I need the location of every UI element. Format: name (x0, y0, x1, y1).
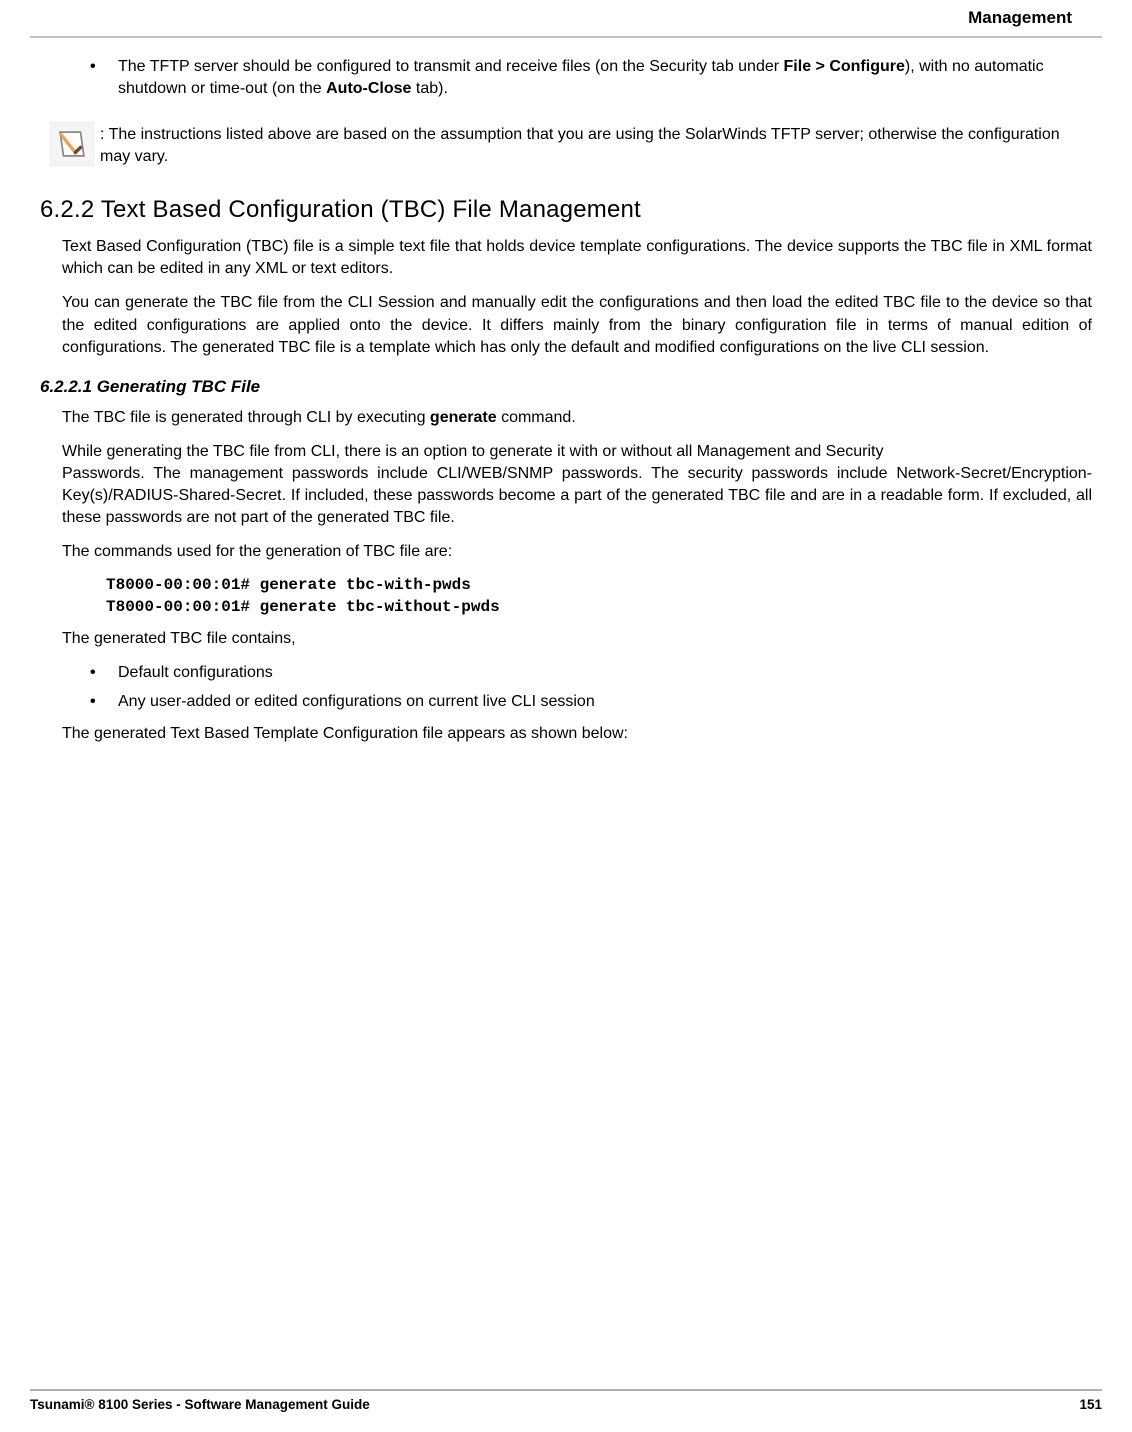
text-part: tab). (411, 80, 447, 97)
bullet-marker: • (90, 662, 118, 684)
bullet-list-tftp: • The TFTP server should be configured t… (40, 56, 1092, 100)
body-paragraph: The TBC file is generated through CLI by… (40, 407, 1092, 429)
divider-top (30, 36, 1102, 38)
body-paragraph: The generated TBC file contains, (40, 628, 1092, 650)
body-paragraph: Text Based Configuration (TBC) file is a… (40, 236, 1092, 280)
note-text: : The instructions listed above are base… (100, 122, 1092, 168)
list-item: • Default configurations (90, 662, 1092, 684)
list-item-text: Default configurations (118, 662, 273, 684)
page-header: Management (20, 0, 1112, 34)
body-paragraph: The commands used for the generation of … (40, 541, 1092, 563)
code-block: T8000-00:00:01# generate tbc-with-pwds T… (40, 575, 1092, 618)
note-block: : The instructions listed above are base… (40, 122, 1092, 168)
text-part: command. (497, 409, 576, 426)
list-item: • Any user-added or edited configuration… (90, 691, 1092, 713)
bullet-marker: • (90, 56, 118, 78)
page-content: • The TFTP server should be configured t… (20, 56, 1112, 745)
footer-page-number: 151 (1079, 1397, 1102, 1412)
list-item-text: Any user-added or edited configurations … (118, 691, 595, 713)
section-heading: 6.2.2 Text Based Configuration (TBC) Fil… (40, 196, 1092, 224)
bold-text: Auto-Close (326, 80, 411, 97)
divider-bottom (30, 1389, 1102, 1391)
note-icon (50, 122, 94, 166)
bold-text: generate (430, 409, 497, 426)
bullet-marker: • (90, 691, 118, 713)
body-paragraph: The generated Text Based Template Config… (40, 723, 1092, 745)
body-paragraph: While generating the TBC file from CLI, … (40, 441, 1092, 463)
code-line: T8000-00:00:01# generate tbc-with-pwds (106, 575, 1092, 597)
code-line: T8000-00:00:01# generate tbc-without-pwd… (106, 597, 1092, 619)
sub-heading: 6.2.2.1 Generating TBC File (40, 377, 1092, 397)
text-part: The TFTP server should be configured to … (118, 58, 784, 75)
footer-guide-title: Tsunami® 8100 Series - Software Manageme… (30, 1397, 370, 1412)
body-paragraph: Passwords. The management passwords incl… (40, 463, 1092, 529)
bold-text: File > Configure (784, 58, 905, 75)
body-paragraph: You can generate the TBC file from the C… (40, 292, 1092, 358)
page-footer: Tsunami® 8100 Series - Software Manageme… (0, 1389, 1132, 1412)
bullet-list-contains: • Default configurations • Any user-adde… (40, 662, 1092, 712)
list-item-text: The TFTP server should be configured to … (118, 56, 1092, 100)
text-part: The TBC file is generated through CLI by… (62, 409, 430, 426)
list-item: • The TFTP server should be configured t… (90, 56, 1092, 100)
